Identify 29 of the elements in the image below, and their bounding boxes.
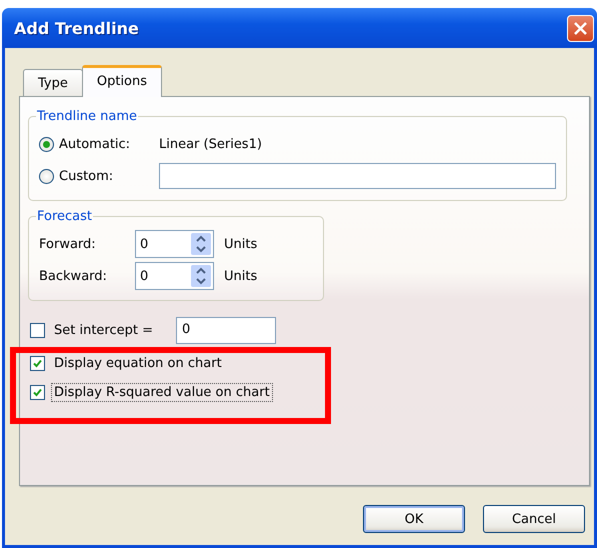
group-label: Trendline name [36,109,138,124]
checkbox[interactable] [30,323,45,338]
dialog-button[interactable]: Cancel [483,505,585,533]
spin-field[interactable]: 0 [135,262,214,290]
spin-field[interactable]: 0 [135,230,214,258]
radio-button[interactable] [39,136,54,152]
trendline-name-value: Linear (Series1) [159,136,262,152]
tab[interactable]: Type [23,69,83,96]
unit-label: Units [224,268,258,284]
input-field[interactable] [159,163,556,189]
radio-button[interactable] [39,168,54,184]
checkbox[interactable] [30,356,45,371]
dialog-button[interactable]: OK [363,505,465,533]
field-label: Forward: [39,236,97,252]
tab[interactable]: Options [82,65,162,97]
window-title: Add Trendline [14,18,139,38]
checkbox[interactable] [30,385,45,400]
unit-label: Units [224,236,258,252]
checkbox-label: Display R-squared value on chart [51,383,273,402]
checkbox-label: Display equation on chart [53,355,223,373]
check-icon [33,359,42,368]
intercept-field[interactable]: 0 [176,317,276,344]
radio-label: Automatic: [59,136,132,152]
check-icon [33,388,42,397]
field-label: Backward: [39,268,108,284]
checkbox-label: Set intercept = [53,322,154,340]
radio-label: Custom: [59,168,114,184]
close-icon[interactable] [567,14,594,42]
group-label: Forecast [36,209,94,224]
